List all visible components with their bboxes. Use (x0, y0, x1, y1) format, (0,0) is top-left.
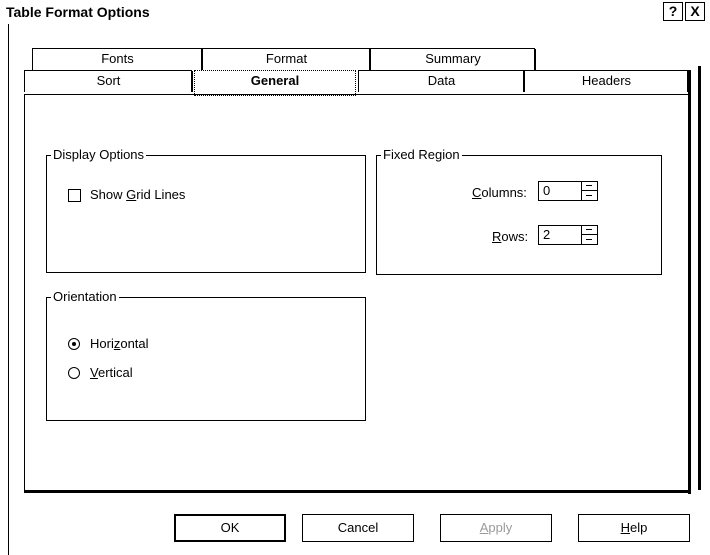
label-part: ontal (120, 336, 149, 351)
tab-format-label: Format (265, 51, 308, 66)
tab-headers-label: Headers (581, 73, 632, 88)
close-icon: X (690, 3, 700, 19)
radio-selected-dot (72, 342, 76, 346)
ok-button[interactable]: OK (174, 514, 286, 542)
accelerator-key: R (492, 229, 502, 244)
cancel-label: Cancel (337, 520, 379, 535)
tab-format[interactable]: Format (202, 48, 371, 70)
rows-value[interactable]: 2 (543, 227, 550, 242)
apply-button[interactable]: Apply (440, 514, 552, 542)
help-icon: ? (668, 3, 678, 19)
help-label: elp (630, 520, 648, 535)
tab-headers[interactable]: Headers (524, 70, 689, 92)
columns-spin-buttons[interactable] (581, 182, 597, 200)
label-part: Show (90, 187, 127, 202)
horizontal-radio[interactable] (68, 338, 80, 350)
display-options-group: Display Options (46, 147, 366, 273)
label-part: ertical (97, 365, 133, 380)
horizontal-label[interactable]: Horizontal (90, 336, 149, 351)
accelerator-key: V (90, 365, 98, 380)
display-options-legend: Display Options (51, 147, 147, 162)
tab-sort[interactable]: Sort (24, 70, 193, 92)
orientation-legend: Orientation (51, 289, 119, 304)
panel-bottom-edge (24, 490, 691, 493)
label-part: Hori (90, 336, 114, 351)
window-title: Table Format Options (6, 4, 150, 20)
spin-down-icon[interactable] (582, 191, 597, 200)
rows-spin-buttons[interactable] (581, 226, 597, 244)
help-button[interactable]: ? (663, 2, 683, 21)
spin-down-icon[interactable] (582, 235, 597, 244)
spin-up-icon[interactable] (582, 226, 597, 235)
label-part: olumns: (481, 185, 527, 200)
close-button[interactable]: X (685, 2, 705, 21)
tab-data[interactable]: Data (358, 70, 525, 92)
tab-fonts[interactable]: Fonts (32, 48, 203, 70)
label-part: ows: (501, 229, 529, 244)
accelerator-key: H (620, 520, 631, 535)
tab-data-label: Data (427, 73, 456, 88)
rows-label: Rows: (492, 229, 528, 244)
label-part: rid Lines (136, 187, 186, 202)
rows-stepper[interactable]: 2 (538, 225, 598, 245)
back-panel-edge (698, 66, 701, 490)
orientation-group: Orientation (46, 289, 366, 421)
columns-label: Columns: (472, 185, 527, 200)
help-dialog-button[interactable]: Help (578, 514, 690, 542)
vertical-label[interactable]: Vertical (90, 365, 133, 380)
tab-sort-label: Sort (96, 73, 121, 88)
show-grid-lines-label[interactable]: Show Grid Lines (90, 187, 185, 202)
tab-summary-label: Summary (425, 51, 481, 66)
show-grid-lines-checkbox[interactable] (68, 189, 81, 202)
apply-label: pply (488, 520, 513, 535)
tab-general-label: General (250, 73, 300, 88)
accelerator-key: C (472, 185, 482, 200)
panel-right-edge (688, 70, 691, 494)
columns-stepper[interactable]: 0 (538, 181, 598, 201)
title-bar: Table Format Options ? X (0, 0, 710, 25)
tab-summary[interactable]: Summary (370, 48, 536, 70)
columns-value[interactable]: 0 (543, 183, 550, 198)
dialog-left-edge (8, 24, 9, 555)
ok-label: OK (220, 520, 240, 535)
fixed-region-legend: Fixed Region (381, 147, 462, 162)
fixed-region-group: Fixed Region (376, 147, 662, 275)
tab-general[interactable]: General (194, 70, 356, 96)
tab-fonts-label: Fonts (101, 51, 134, 66)
vertical-radio[interactable] (68, 367, 80, 379)
spin-up-icon[interactable] (582, 182, 597, 191)
cancel-button[interactable]: Cancel (302, 514, 414, 542)
accelerator-key: G (126, 187, 137, 202)
